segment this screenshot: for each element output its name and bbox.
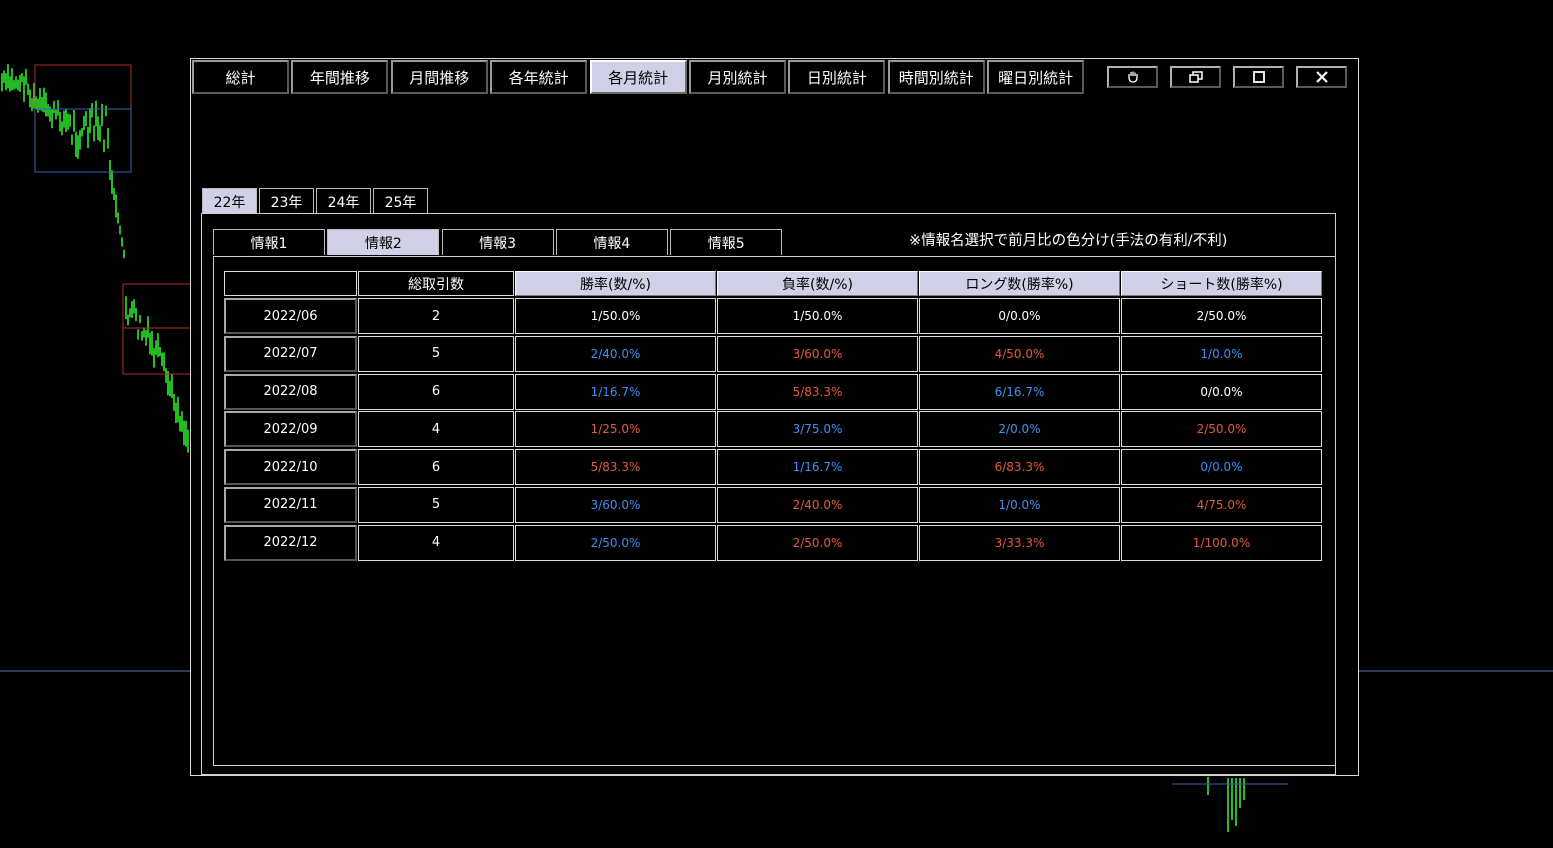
tab-1[interactable]: 年間推移	[291, 60, 389, 94]
tab-2[interactable]: 月間推移	[390, 60, 488, 94]
rect-object[interactable]	[122, 283, 190, 375]
row-month-button[interactable]: 2022/08	[224, 373, 357, 410]
close-button[interactable]	[1296, 66, 1347, 88]
total-trades-cell: 5	[358, 486, 514, 523]
tab-5[interactable]: 月別統計	[689, 60, 786, 94]
header-cell: ショート数(勝率%)	[1121, 271, 1322, 296]
info-tab-3[interactable]: 情報4	[555, 229, 668, 255]
total-trades-cell: 6	[358, 449, 514, 485]
stat-cell: 5/83.3%	[717, 373, 918, 410]
stat-cell: 3/75.0%	[717, 411, 918, 448]
info-tab-4[interactable]: 情報5	[670, 229, 783, 255]
stats-panel: 総計 年間推移 月間推移 各年統計 各月統計 月別統計 日別統計 時間別統計 曜日別統計 22年…	[190, 58, 1359, 776]
stat-cell: 6/16.7%	[919, 373, 1120, 410]
stat-cell: 1/50.0%	[515, 298, 716, 334]
total-trades-cell: 4	[358, 524, 514, 561]
stat-cell: 2/40.0%	[515, 335, 716, 372]
header-cell: 総取引数	[358, 271, 514, 296]
row-month-button[interactable]: 2022/12	[224, 524, 357, 561]
stat-cell: 0/0.0%	[1121, 373, 1322, 410]
stat-cell: 2/50.0%	[1121, 298, 1322, 334]
stat-cell: 1/50.0%	[717, 298, 918, 334]
total-trades-cell: 5	[358, 335, 514, 372]
color-note: ※情報名選択で前月比の色分け(手法の有利/不利)	[909, 233, 1228, 249]
row-month-button[interactable]: 2022/09	[224, 411, 357, 448]
stat-cell: 3/60.0%	[515, 486, 716, 523]
stat-cell: 1/16.7%	[717, 449, 918, 485]
stat-cell: 5/83.3%	[515, 449, 716, 485]
tab-7[interactable]: 時間別統計	[887, 60, 985, 94]
stat-cell: 1/0.0%	[1121, 335, 1322, 372]
stat-cell: 2/0.0%	[919, 411, 1120, 448]
stat-cell: 2/50.0%	[717, 524, 918, 561]
stat-cell: 2/50.0%	[1121, 411, 1322, 448]
stat-cell: 1/16.7%	[515, 373, 716, 410]
close-icon	[1315, 71, 1328, 83]
total-trades-cell: 6	[358, 373, 514, 410]
restore-button[interactable]	[1170, 66, 1221, 88]
header-cell	[224, 271, 357, 296]
row-month-button[interactable]: 2022/10	[224, 449, 357, 485]
hand-button[interactable]	[1107, 66, 1158, 88]
year-tab-3[interactable]: 25年	[373, 188, 428, 214]
stat-cell: 2/50.0%	[515, 524, 716, 561]
info-tab-2[interactable]: 情報3	[441, 229, 554, 255]
tab-3[interactable]: 各年統計	[490, 60, 588, 94]
tab-8[interactable]: 曜日別統計	[987, 60, 1085, 94]
info-tab-0[interactable]: 情報1	[213, 229, 325, 255]
tab-0[interactable]: 総計	[192, 60, 289, 94]
rect-object[interactable]	[34, 64, 132, 110]
restore-icon	[1188, 71, 1203, 83]
stat-cell: 4/75.0%	[1121, 486, 1322, 523]
stat-cell: 3/60.0%	[717, 335, 918, 372]
tab-6[interactable]: 日別統計	[788, 60, 886, 94]
stat-cell: 3/33.3%	[919, 524, 1120, 561]
total-trades-cell: 2	[358, 298, 514, 334]
stat-cell: 0/0.0%	[1121, 449, 1322, 485]
year-tab-2[interactable]: 24年	[316, 188, 371, 214]
year-tab-1[interactable]: 23年	[259, 188, 314, 214]
maximize-button[interactable]	[1233, 66, 1284, 88]
year-tab-0[interactable]: 22年	[202, 188, 257, 214]
header-cell: 負率(数/%)	[717, 271, 918, 296]
stat-cell: 1/100.0%	[1121, 524, 1322, 561]
header-cell: 勝率(数/%)	[515, 271, 716, 296]
row-month-button[interactable]: 2022/11	[224, 486, 357, 523]
row-month-button[interactable]: 2022/06	[224, 298, 357, 334]
stat-cell: 0/0.0%	[919, 298, 1120, 334]
total-trades-cell: 4	[358, 411, 514, 448]
tab-4[interactable]: 各月統計	[589, 60, 687, 94]
stat-cell: 1/25.0%	[515, 411, 716, 448]
stat-cell: 2/40.0%	[717, 486, 918, 523]
stat-cell: 6/83.3%	[919, 449, 1120, 485]
header-cell: ロング数(勝率%)	[919, 271, 1120, 296]
stat-cell: 4/50.0%	[919, 335, 1120, 372]
row-month-button[interactable]: 2022/07	[224, 335, 357, 372]
maximize-icon	[1252, 71, 1265, 83]
hand-icon	[1127, 71, 1138, 83]
stat-cell: 1/0.0%	[919, 486, 1120, 523]
info-tab-1[interactable]: 情報2	[327, 229, 440, 255]
